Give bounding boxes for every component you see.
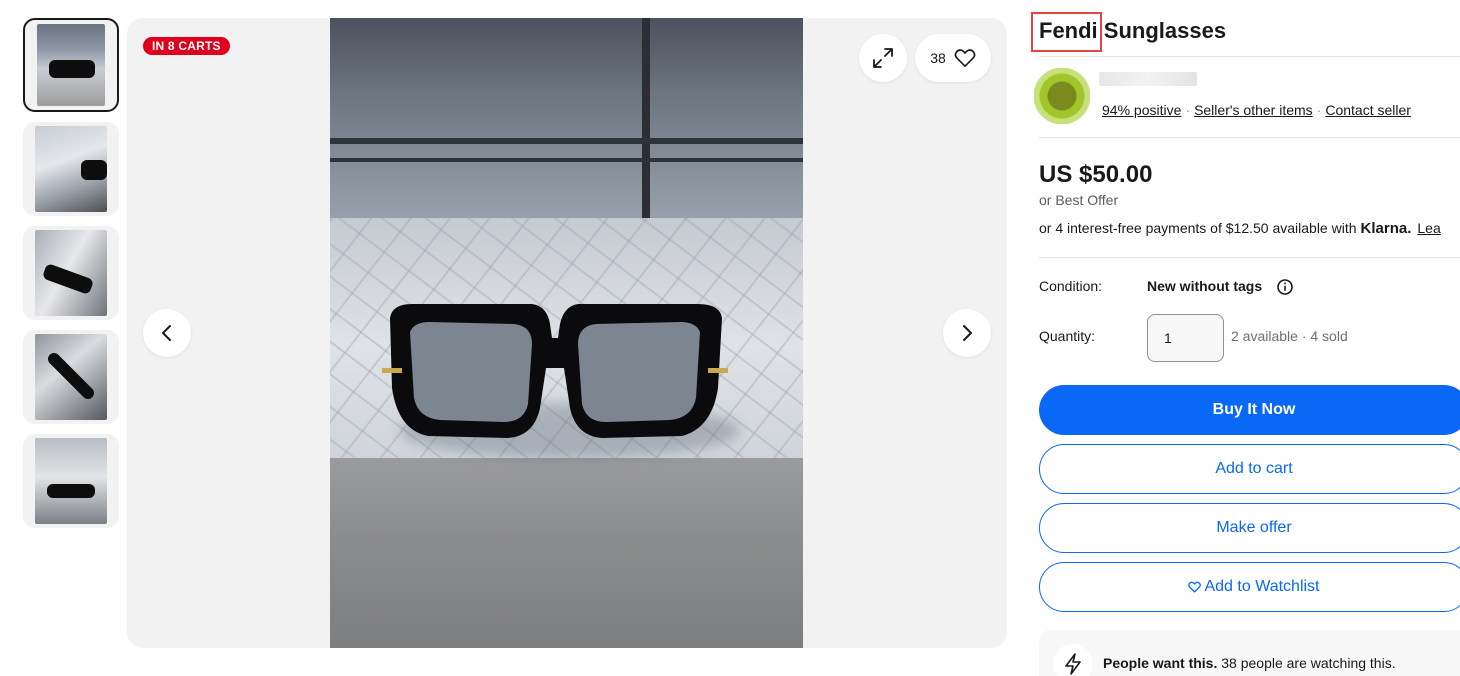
- watchlist-label: Add to Watchlist: [1204, 578, 1320, 595]
- separator-dot: ·: [1185, 102, 1191, 118]
- thumbnail-image: [35, 438, 107, 524]
- heart-icon: [1188, 581, 1202, 593]
- seller-feedback-link[interactable]: 94% positive: [1102, 102, 1181, 118]
- watchers-detail: 38 people are watching this.: [1217, 655, 1396, 671]
- buy-it-now-button[interactable]: Buy It Now: [1039, 385, 1460, 435]
- seller-avatar[interactable]: [1034, 68, 1090, 124]
- thumbnail-5[interactable]: [23, 434, 119, 528]
- in-carts-badge: IN 8 CARTS: [143, 37, 230, 55]
- thumbnail-4[interactable]: [23, 330, 119, 424]
- chevron-right-icon: [963, 325, 972, 341]
- lightning-icon: [1065, 653, 1081, 675]
- sunglasses-image: [382, 304, 728, 438]
- quantity-availability: 2 available · 4 sold: [1231, 328, 1348, 344]
- divider: [1039, 257, 1460, 258]
- main-product-photo[interactable]: [330, 18, 803, 648]
- klarna-payments: or 4 interest-free payments of $12.50 av…: [1039, 220, 1460, 237]
- thumbnail-list: [23, 18, 119, 538]
- contact-seller-link[interactable]: Contact seller: [1325, 102, 1411, 118]
- separator-dot: ·: [1316, 102, 1322, 118]
- add-to-watchlist-button[interactable]: Add to Watchlist: [1039, 562, 1460, 612]
- sunglasses-shape: [47, 484, 95, 498]
- condition-value: New without tags: [1147, 278, 1263, 294]
- watch-count: 38: [930, 50, 946, 66]
- expand-icon: [873, 48, 893, 68]
- thumbnail-1[interactable]: [23, 18, 119, 112]
- brand-highlight-box: [1031, 12, 1102, 52]
- window-frame: [330, 138, 803, 144]
- expand-button[interactable]: [859, 34, 907, 82]
- seller-other-items-link[interactable]: Seller's other items: [1194, 102, 1313, 118]
- quantity-label: Quantity:: [1039, 328, 1096, 344]
- price: US $50.00: [1039, 161, 1153, 188]
- condition-label: Condition:: [1039, 278, 1103, 294]
- thumbnail-3[interactable]: [23, 226, 119, 320]
- condition-row: Condition: New without tags: [1039, 278, 1460, 300]
- watch-button[interactable]: 38: [915, 34, 991, 82]
- make-offer-button[interactable]: Make offer: [1039, 503, 1460, 553]
- sunglasses-shape: [81, 160, 107, 180]
- main-image-gallery: IN 8 CARTS 38: [127, 18, 1007, 648]
- seller-name-blurred: [1099, 72, 1197, 86]
- watchers-signal: People want this. 38 people are watching…: [1039, 630, 1460, 676]
- previous-image-button[interactable]: [143, 309, 191, 357]
- stone-ledge: [330, 458, 803, 648]
- heart-icon: [954, 49, 976, 67]
- watchers-bold: People want this.: [1103, 655, 1218, 671]
- divider: [1039, 137, 1460, 138]
- klarna-text: or 4 interest-free payments of $12.50 av…: [1039, 220, 1357, 236]
- quantity-input[interactable]: 1: [1147, 314, 1224, 362]
- title-brand: Fendi: [1031, 12, 1102, 52]
- quantity-row: Quantity: 1 2 available · 4 sold: [1039, 314, 1460, 362]
- listing-title: Fendi Sunglasses: [1031, 12, 1460, 52]
- best-offer-text: or Best Offer: [1039, 192, 1119, 208]
- window-frame: [642, 18, 650, 223]
- next-image-button[interactable]: [943, 309, 991, 357]
- seller-info: 94% positive · Seller's other items · Contac…: [1034, 57, 1460, 137]
- thumbnail-2[interactable]: [23, 122, 119, 216]
- add-to-cart-button[interactable]: Add to cart: [1039, 444, 1460, 494]
- listing-panel: Fendi Sunglasses 94% positive · Seller's o…: [1031, 12, 1460, 676]
- seller-links: 94% positive · Seller's other items · Contac…: [1102, 102, 1411, 118]
- sunglasses-shape: [49, 60, 95, 78]
- window-frame: [330, 158, 803, 162]
- info-icon[interactable]: [1276, 278, 1294, 296]
- chevron-left-icon: [162, 325, 171, 341]
- lightning-icon-wrapper: [1053, 644, 1093, 676]
- klarna-logo: Klarna.: [1360, 220, 1412, 237]
- title-rest: Sunglasses: [1097, 18, 1227, 43]
- watchers-text: People want this. 38 people are watching…: [1103, 655, 1396, 671]
- klarna-learn-more-link[interactable]: Lea: [1417, 220, 1440, 236]
